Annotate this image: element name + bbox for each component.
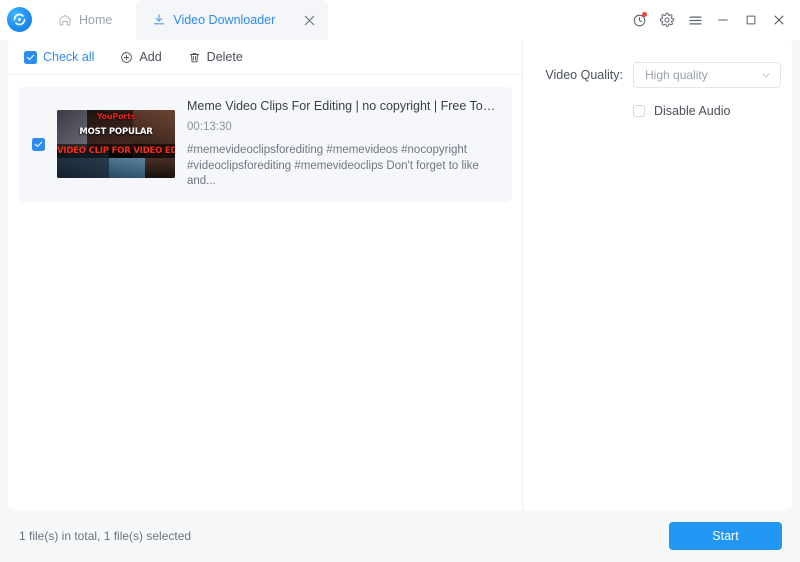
start-button[interactable]: Start	[669, 522, 782, 550]
download-icon	[152, 13, 166, 27]
minimize-icon[interactable]	[710, 6, 736, 34]
history-icon[interactable]	[626, 6, 652, 34]
list-item-description: #memevideoclipsforediting #memevideos #n…	[187, 144, 479, 188]
check-all-checkbox[interactable]	[24, 50, 37, 64]
thumbnail-band-text: VIDEO CLIP FOR VIDEO EDITING	[57, 144, 175, 159]
video-quality-select[interactable]: High quality	[633, 62, 781, 88]
disable-audio-row: Disable Audio	[545, 104, 792, 118]
add-label: Add	[139, 50, 162, 64]
settings-gear-icon[interactable]	[654, 6, 680, 34]
plus-circle-icon	[120, 51, 133, 64]
content-panel: Check all Add Delete YouPorts MOST POPUL…	[8, 40, 792, 510]
check-all-label: Check all	[43, 50, 95, 64]
thumbnail-mid-text: MOST POPULAR	[79, 127, 153, 138]
app-window: Home Video Downloader Check all Add Dele…	[0, 0, 800, 562]
disable-audio-label: Disable Audio	[654, 104, 731, 118]
tab-bar: Home Video Downloader	[44, 0, 329, 40]
close-icon[interactable]	[766, 6, 792, 34]
window-controls	[626, 0, 792, 40]
list-item-title: Meme Video Clips For Editing | no copyri…	[187, 99, 496, 113]
list-item-checkbox[interactable]	[32, 137, 45, 151]
video-quality-label: Video Quality:	[545, 68, 623, 82]
list-item-meta: Meme Video Clips For Editing | no copyri…	[187, 99, 502, 190]
title-bar: Home Video Downloader	[0, 0, 800, 40]
list-toolbar: Check all Add Delete	[8, 40, 522, 75]
video-quality-value: High quality	[645, 68, 708, 82]
delete-button[interactable]: Delete	[188, 50, 243, 64]
add-button[interactable]: Add	[120, 50, 162, 64]
tab-video-downloader[interactable]: Video Downloader	[136, 0, 329, 40]
history-badge-dot	[642, 12, 647, 17]
home-icon	[58, 13, 72, 27]
delete-label: Delete	[206, 50, 243, 64]
list-item[interactable]: YouPorts MOST POPULAR VIDEO CLIP FOR VID…	[18, 87, 512, 202]
menu-icon[interactable]	[682, 6, 708, 34]
app-logo-refresh-icon	[7, 7, 32, 32]
options-pane: Video Quality: High quality Disable Audi…	[523, 40, 792, 510]
start-button-label: Start	[712, 529, 739, 543]
disable-audio-checkbox[interactable]	[633, 105, 645, 117]
tab-video-downloader-label: Video Downloader	[173, 13, 276, 27]
trash-icon	[188, 51, 201, 64]
maximize-icon[interactable]	[738, 6, 764, 34]
tab-close-icon[interactable]	[300, 11, 318, 29]
tab-home[interactable]: Home	[44, 0, 136, 40]
footer-bar: 1 file(s) in total, 1 file(s) selected S…	[0, 510, 800, 562]
file-status-text: 1 file(s) in total, 1 file(s) selected	[19, 529, 192, 543]
left-pane: Check all Add Delete YouPorts MOST POPUL…	[8, 40, 523, 510]
chevron-down-icon	[760, 69, 772, 81]
body-area: Check all Add Delete YouPorts MOST POPUL…	[0, 40, 800, 510]
video-thumbnail: YouPorts MOST POPULAR VIDEO CLIP FOR VID…	[57, 110, 175, 179]
tab-home-label: Home	[79, 13, 113, 27]
video-quality-row: Video Quality: High quality	[545, 62, 792, 88]
list-item-duration: 00:13:30	[187, 121, 232, 133]
check-all-button[interactable]: Check all	[24, 50, 94, 64]
thumbnail-top-text: YouPorts	[96, 112, 136, 122]
download-list: YouPorts MOST POPULAR VIDEO CLIP FOR VID…	[8, 75, 522, 510]
